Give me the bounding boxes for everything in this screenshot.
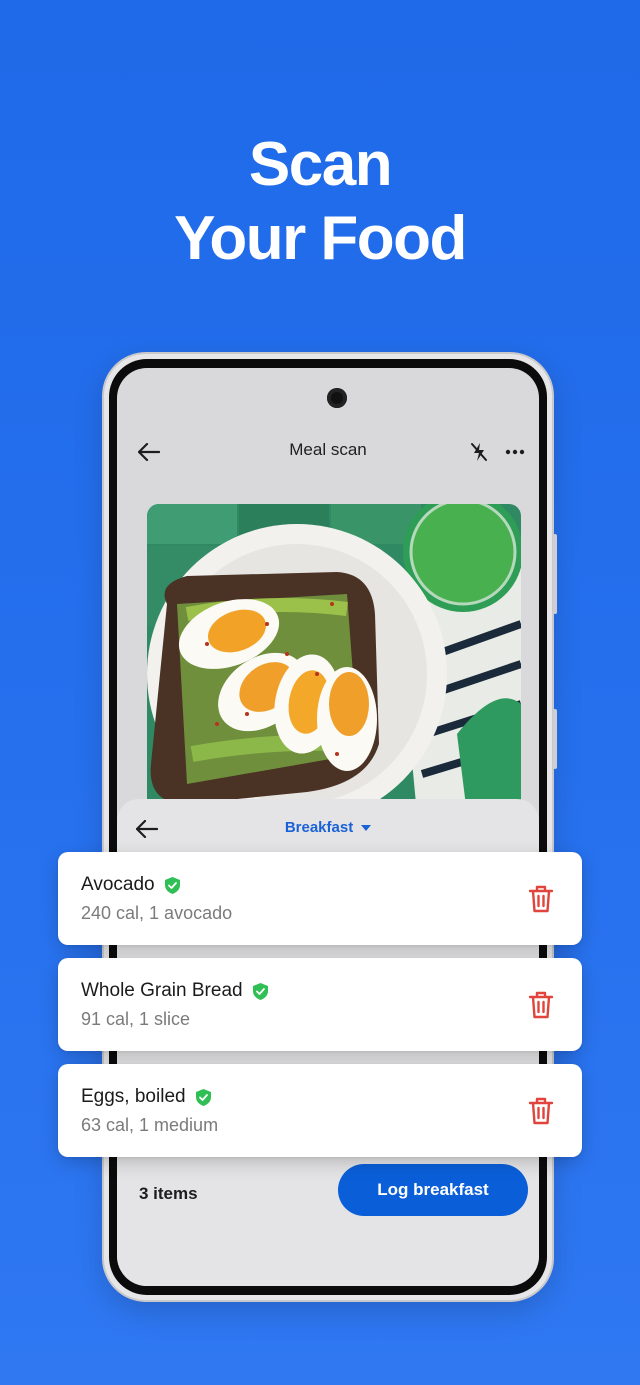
sheet-footer: 3 items Log breakfast <box>117 1136 539 1286</box>
headline-line-2: Your Food <box>174 204 467 273</box>
hero-headline: Scan Your Food <box>0 128 640 276</box>
food-item-name: Whole Grain Bread <box>81 980 243 1001</box>
food-item-card[interactable]: Eggs, boiled 63 cal, 1 medium <box>58 1064 582 1157</box>
food-item-card[interactable]: Avocado 240 cal, 1 avocado <box>58 852 582 945</box>
verified-shield-icon <box>252 982 269 1001</box>
delete-trash-icon[interactable] <box>526 1095 556 1127</box>
meal-photo <box>147 504 521 814</box>
sheet-header: Breakfast <box>117 813 539 845</box>
food-item-detail: 91 cal, 1 slice <box>81 1009 191 1029</box>
food-item-name-row: Whole Grain Bread <box>81 980 269 1002</box>
more-options-icon[interactable] <box>499 436 531 468</box>
meal-type-label: Breakfast <box>284 819 354 836</box>
food-item-name: Avocado <box>81 874 155 895</box>
flash-off-icon[interactable] <box>463 436 495 468</box>
delete-trash-icon[interactable] <box>526 883 556 915</box>
item-count: 3 items <box>139 1184 198 1203</box>
food-item-name-row: Eggs, boiled <box>81 1086 212 1108</box>
screen-top-bar: Meal scan <box>117 432 539 472</box>
food-item-name: Eggs, boiled <box>81 1086 186 1107</box>
meal-type-dropdown[interactable]: Breakfast <box>117 819 539 836</box>
verified-shield-icon <box>195 1088 212 1107</box>
log-meal-button[interactable]: Log breakfast <box>338 1164 528 1216</box>
phone-frame: Meal scan Breakfast 3 items Log breakfas… <box>104 354 557 1300</box>
front-camera <box>327 388 347 408</box>
food-item-card[interactable]: Whole Grain Bread 91 cal, 1 slice <box>58 958 582 1051</box>
verified-shield-icon <box>164 876 181 895</box>
caret-down-icon <box>361 825 372 832</box>
food-item-detail: 63 cal, 1 medium <box>81 1115 219 1135</box>
phone-side-button <box>553 534 557 614</box>
headline-line-1: Scan <box>248 130 393 199</box>
delete-trash-icon[interactable] <box>526 989 556 1021</box>
food-item-name-row: Avocado <box>81 874 181 896</box>
phone-volume-button <box>553 709 557 769</box>
food-item-detail: 240 cal, 1 avocado <box>81 903 233 923</box>
